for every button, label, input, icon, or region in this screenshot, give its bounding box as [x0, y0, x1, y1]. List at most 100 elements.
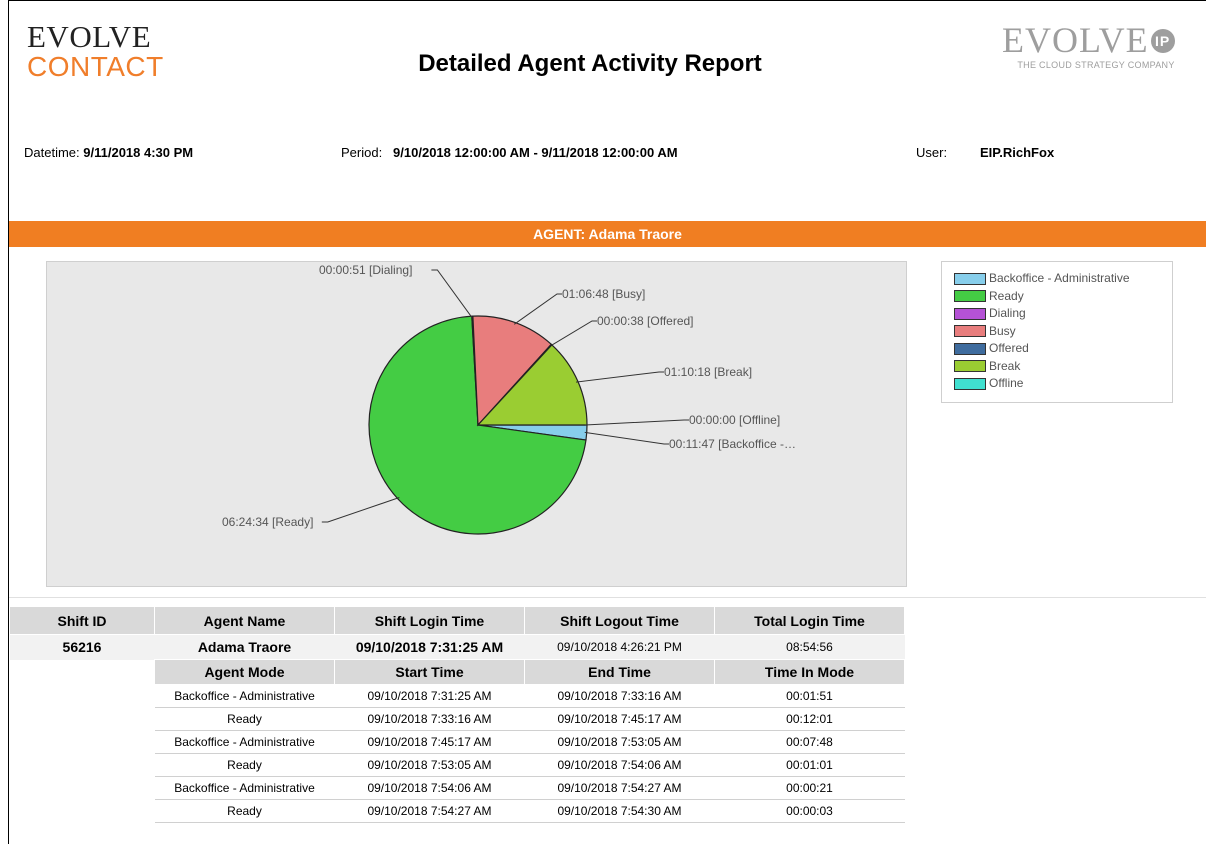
table-row: Ready 09/10/2018 7:33:16 AM 09/10/2018 7… [9, 707, 905, 731]
time-in-mode: 00:01:01 [714, 753, 905, 777]
data-label: 06:24:34 [Ready] [222, 515, 313, 529]
pie-chart-svg: 00:11:47 [Backoffice -… 06:24:34 [Ready] 0… [222, 263, 796, 535]
agent-mode: Backoffice - Administrative [154, 684, 335, 708]
agent-mode: Backoffice - Administrative [154, 776, 335, 800]
shift-login-time: 09/10/2018 7:31:25 AM [334, 634, 525, 660]
end-time: 09/10/2018 7:54:27 AM [524, 776, 715, 800]
col-shift-logout: Shift Logout Time [524, 606, 715, 635]
data-label: 01:10:18 [Break] [664, 365, 752, 379]
start-time: 09/10/2018 7:31:25 AM [334, 684, 525, 708]
end-time: 09/10/2018 7:54:06 AM [524, 753, 715, 777]
user-label: User: [916, 145, 948, 160]
time-in-mode: 00:00:21 [714, 776, 905, 800]
legend-label: Busy [989, 323, 1016, 338]
blank-cell [9, 799, 155, 823]
legend-item: Busy [954, 323, 1016, 339]
legend-item: Dialing [954, 305, 1026, 321]
evolve-ip-logo: EVOLVE IP THE CLOUD STRATEGY COMPANY [1002, 22, 1175, 70]
start-time: 09/10/2018 7:54:06 AM [334, 776, 525, 800]
legend-item: Ready [954, 288, 1024, 304]
agent-mode: Backoffice - Administrative [154, 730, 335, 754]
legend-item: Offline [954, 375, 1023, 391]
data-label: 01:06:48 [Busy] [562, 287, 645, 301]
col-agent-name: Agent Name [154, 606, 335, 635]
period-label: Period: [341, 145, 383, 160]
user-value: EIP.RichFox [980, 145, 1055, 160]
col-shift-id: Shift ID [9, 606, 155, 635]
legend-label: Offered [989, 341, 1029, 355]
leader-line [584, 431, 669, 445]
agent-mode: Ready [154, 707, 335, 731]
end-time: 09/10/2018 7:53:05 AM [524, 730, 715, 754]
legend-label: Break [989, 358, 1021, 373]
legend-swatch [954, 290, 986, 303]
agent-banner: AGENT: Adama Traore [9, 221, 1206, 247]
datetime-value: 9/11/2018 4:30 PM [83, 145, 194, 160]
period-value: 9/10/2018 12:00:00 AM - 9/11/2018 12:00:… [393, 145, 678, 160]
legend-swatch [954, 325, 986, 338]
agent-name: Adama Traore [154, 634, 335, 660]
mode-header-row: Agent Mode Start Time End Time Time In M… [9, 659, 905, 685]
leader-line [575, 371, 664, 383]
activity-table: Shift ID Agent Name Shift Login Time Shi… [9, 606, 905, 823]
col-shift-login: Shift Login Time [334, 606, 525, 635]
activity-pie-chart: 00:11:47 [Backoffice -… 06:24:34 [Ready] 0… [46, 261, 907, 587]
leader-line [584, 419, 689, 426]
legend-swatch [954, 307, 986, 320]
logo-right-tagline: THE CLOUD STRATEGY COMPANY [1017, 60, 1175, 70]
start-time: 09/10/2018 7:53:05 AM [334, 753, 525, 777]
table-row: Backoffice - Administrative 09/10/2018 7… [9, 730, 905, 754]
legend-item: Backoffice - Administrative [954, 270, 1130, 286]
time-in-mode: 00:07:48 [714, 730, 905, 754]
table-row: Ready 09/10/2018 7:54:27 AM 09/10/2018 7… [9, 799, 905, 823]
agent-mode: Ready [154, 799, 335, 823]
section-divider [9, 597, 1206, 598]
table-row: Backoffice - Administrative 09/10/2018 7… [9, 684, 905, 708]
logo-right-line1: EVOLVE [1002, 20, 1149, 60]
blank-cell [9, 684, 155, 708]
table-row: Ready 09/10/2018 7:53:05 AM 09/10/2018 7… [9, 753, 905, 777]
logo-left-line1: EVOLVE [27, 19, 152, 54]
time-in-mode: 00:01:51 [714, 684, 905, 708]
col-time-in-mode: Time In Mode [714, 659, 905, 685]
legend-swatch [954, 342, 986, 355]
end-time: 09/10/2018 7:54:30 AM [524, 799, 715, 823]
col-total-login: Total Login Time [714, 606, 905, 635]
ip-badge-icon: IP [1150, 29, 1175, 53]
legend-label: Offline [989, 376, 1024, 390]
data-label: 00:11:47 [Backoffice -… [669, 437, 796, 451]
data-label: 00:00:38 [Offered] [597, 314, 694, 328]
data-label: 00:00:00 [Offline] [689, 413, 780, 427]
start-time: 09/10/2018 7:45:17 AM [334, 730, 525, 754]
time-in-mode: 00:00:03 [714, 799, 905, 823]
end-time: 09/10/2018 7:33:16 AM [524, 684, 715, 708]
legend-swatch [954, 377, 986, 390]
period-field: Period: 9/10/2018 12:00:00 AM - 9/11/201… [341, 145, 678, 160]
shift-logout-time: 09/10/2018 4:26:21 PM [524, 634, 715, 660]
total-login-time: 08:54:56 [714, 634, 905, 660]
legend-item: Break [954, 358, 1020, 374]
time-in-mode: 00:12:01 [714, 707, 905, 731]
user-value-field: EIP.RichFox [980, 145, 1054, 160]
user-field: User: [916, 145, 947, 160]
blank-cell [9, 776, 155, 800]
legend-swatch [954, 272, 986, 285]
legend-label: Dialing [989, 306, 1026, 320]
data-label: 00:00:51 [Dialing] [319, 263, 412, 277]
blank-cell [9, 707, 155, 731]
chart-legend: Backoffice - Administrative Ready Dialing B… [941, 261, 1173, 403]
leader-line [431, 269, 473, 319]
blank-cell [9, 730, 155, 754]
start-time: 09/10/2018 7:54:27 AM [334, 799, 525, 823]
leader-line [549, 320, 597, 347]
datetime-label: Datetime: [24, 145, 80, 160]
legend-item: Offered [954, 340, 1029, 356]
legend-label: Backoffice - Administrative [989, 271, 1130, 285]
leader-line [513, 293, 562, 325]
legend-swatch [954, 360, 986, 373]
legend-label: Ready [989, 288, 1024, 303]
shift-header-row: Shift ID Agent Name Shift Login Time Shi… [9, 606, 905, 635]
start-time: 09/10/2018 7:33:16 AM [334, 707, 525, 731]
leader-line [321, 497, 400, 523]
col-start-time: Start Time [334, 659, 525, 685]
